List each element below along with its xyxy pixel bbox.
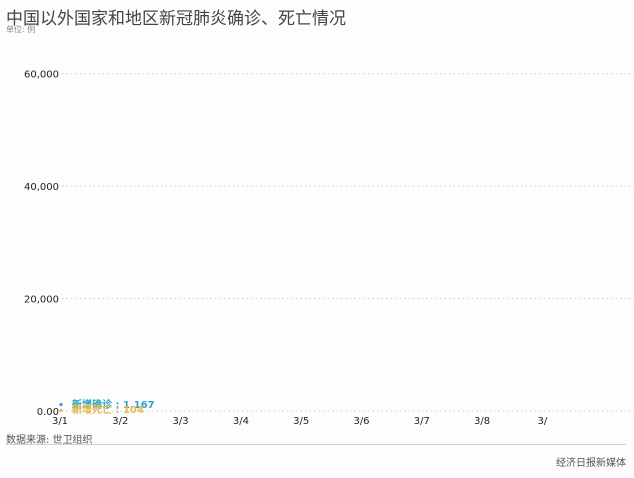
x-tick-label: 3/3 xyxy=(173,416,189,427)
series-data-label: 新增死亡 : 104 xyxy=(72,403,144,416)
series-point xyxy=(59,408,63,413)
series-point xyxy=(59,402,63,407)
y-tick-label: 40,000 xyxy=(24,182,59,193)
x-tick-label: 3/ xyxy=(538,416,548,427)
x-tick-label: 3/4 xyxy=(233,416,249,427)
x-tick-label: 3/6 xyxy=(353,416,369,427)
y-tick-label: 20,000 xyxy=(24,295,59,306)
x-tick-label: 3/7 xyxy=(414,416,430,427)
x-tick-label: 3/8 xyxy=(474,416,490,427)
y-tick-label: 60,000 xyxy=(24,70,59,81)
x-tick-label: 3/5 xyxy=(293,416,309,427)
x-tick-label: 3/2 xyxy=(112,416,128,427)
brand-label: 经济日报新媒体 xyxy=(556,458,626,469)
line-chart: 0.0020,00040,00060,0003/1 3/2 3/3 3/4 3/5 3/6… xyxy=(24,70,634,427)
footer-divider xyxy=(6,444,626,445)
x-tick-label: 3/1 xyxy=(52,416,68,427)
